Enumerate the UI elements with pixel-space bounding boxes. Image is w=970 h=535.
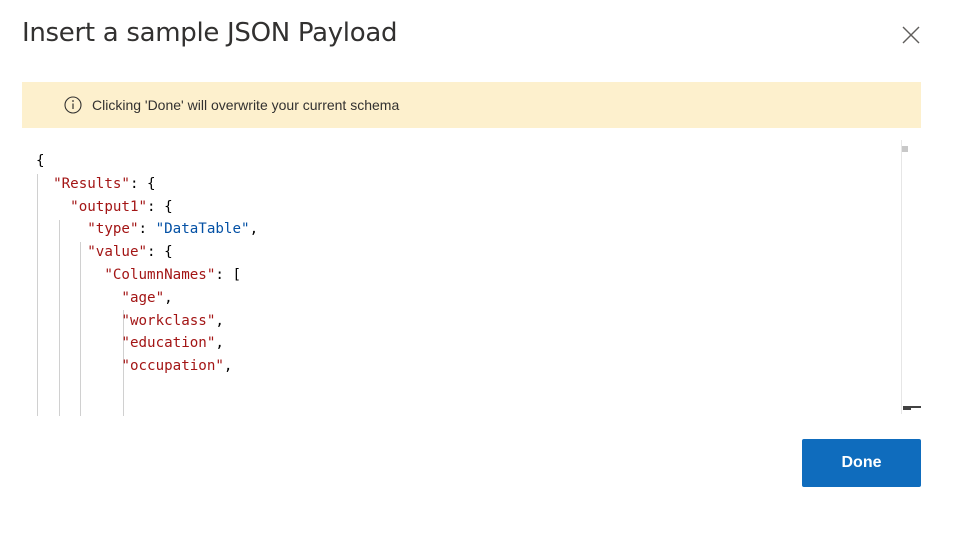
json-key: "output1" <box>70 198 148 215</box>
close-button[interactable] <box>898 22 924 48</box>
json-punctuation: , <box>215 335 224 352</box>
json-punctuation: , <box>249 221 259 238</box>
json-punctuation <box>36 335 121 351</box>
warning-banner: Clicking 'Done' will overwrite your curr… <box>22 82 921 128</box>
json-punctuation <box>36 313 121 329</box>
json-punctuation <box>36 358 121 374</box>
code-content[interactable]: { "Results": { "output1": { "type": "Dat… <box>36 150 258 378</box>
code-line: "type": "DataTable", <box>36 218 258 241</box>
code-line: "value": { <box>36 241 258 264</box>
json-punctuation <box>36 221 87 237</box>
json-punctuation: : { <box>147 244 173 261</box>
json-punctuation: , <box>223 358 233 375</box>
json-key: "workclass" <box>121 312 216 329</box>
json-key: "occupation" <box>121 358 224 375</box>
json-string: "DataTable" <box>155 221 250 238</box>
code-line: "age", <box>36 287 258 310</box>
json-key: "value" <box>87 244 148 261</box>
json-key: "education" <box>121 335 216 352</box>
json-punctuation <box>36 176 53 192</box>
editor-scrollbar[interactable] <box>901 140 921 414</box>
json-payload-dialog: Insert a sample JSON Payload Clicking 'D… <box>0 0 970 535</box>
json-punctuation: { <box>36 153 45 169</box>
scrollbar-position-marker <box>903 408 911 410</box>
done-button[interactable]: Done <box>802 439 921 487</box>
json-punctuation <box>36 267 104 283</box>
code-line: "Results": { <box>36 173 258 196</box>
json-punctuation: : [ <box>215 266 242 283</box>
json-key: "type" <box>87 221 139 238</box>
json-key: "Results" <box>53 175 130 192</box>
json-editor[interactable]: { "Results": { "output1": { "type": "Dat… <box>22 138 921 416</box>
json-punctuation: : { <box>129 175 156 192</box>
dialog-title: Insert a sample JSON Payload <box>22 18 398 48</box>
code-line: "education", <box>36 332 258 355</box>
code-line: "workclass", <box>36 310 258 333</box>
json-punctuation: , <box>164 289 173 306</box>
code-line: "ColumnNames": [ <box>36 264 258 287</box>
json-punctuation: , <box>215 312 224 329</box>
code-line: "output1": { <box>36 196 258 219</box>
json-key: "age" <box>121 289 165 306</box>
json-key: "ColumnNames" <box>104 266 216 283</box>
info-icon <box>64 96 82 114</box>
json-punctuation <box>36 199 70 215</box>
json-punctuation: : { <box>147 198 173 215</box>
banner-message: Clicking 'Done' will overwrite your curr… <box>92 97 400 113</box>
code-line: { <box>36 150 258 173</box>
scrollbar-thumb[interactable] <box>902 146 908 152</box>
json-punctuation <box>36 244 87 260</box>
close-icon <box>902 26 920 44</box>
json-punctuation: : <box>138 221 156 238</box>
json-punctuation <box>36 290 121 306</box>
code-line: "occupation", <box>36 355 258 378</box>
